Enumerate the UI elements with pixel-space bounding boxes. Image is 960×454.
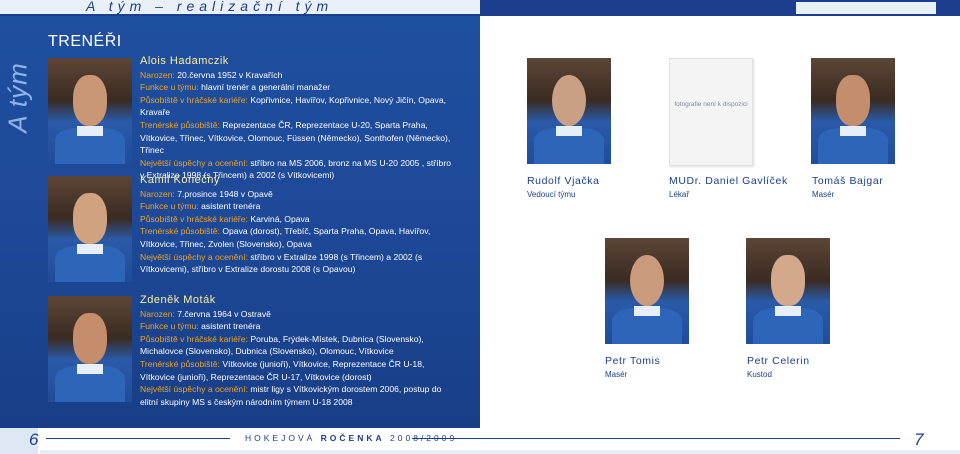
staff-name: MUDr. Daniel Gavlíček (669, 175, 788, 187)
field-label: Působiště v hráčské kariéře: (140, 94, 248, 105)
staff-role: Masér (605, 370, 628, 379)
field-value: 7.prosince 1948 v Opavě (177, 188, 273, 199)
header-ribbon (796, 2, 936, 14)
field-label: Funkce u týmu: (140, 201, 199, 212)
photo-placeholder: fotografie není k dispozici (669, 58, 753, 166)
footer-band (40, 450, 960, 454)
staff-name: Tomáš Bajgar (812, 175, 884, 187)
field-label: Největší úspěchy a ocenění: (140, 157, 248, 168)
staff-photo-vjacka (527, 58, 611, 164)
coach-photo-motak (48, 296, 132, 402)
section-header-title: A tým – realizační tým (86, 0, 334, 14)
field-value: hlavní trenér a generální manažer (201, 82, 331, 93)
field-label: Trenérské působiště: (140, 226, 220, 237)
header-band-right (480, 0, 960, 16)
publication-title: HOKEJOVÁ ROČENKA 2008/2009 (245, 433, 457, 443)
field-value: asistent trenéra (201, 321, 261, 332)
field-label: Funkce u týmu: (140, 82, 199, 93)
side-label: A tým (2, 62, 33, 133)
field-label: Narozen: (140, 69, 175, 80)
field-value: 20.června 1952 v Kravařích (177, 69, 283, 80)
field-label: Největší úspěchy a ocenění: (140, 251, 248, 262)
field-label: Narozen: (140, 308, 175, 319)
field-label: Největší úspěchy a ocenění: (140, 384, 248, 395)
field-label: Působiště v hráčské kariéře: (140, 333, 248, 344)
publication-word: ROČENKA (320, 433, 385, 443)
coach-name: Kamil Konečný (140, 174, 220, 186)
coach-name: Zdeněk Moták (140, 294, 216, 306)
field-label: Funkce u týmu: (140, 321, 199, 332)
field-value: Karviná, Opava (250, 213, 310, 224)
field-value: 7.června 1964 v Ostravě (177, 308, 271, 319)
field-label: Působiště v hráčské kariéře: (140, 213, 248, 224)
staff-photo-celerin (746, 238, 830, 344)
coach-entry: Zdeněk Moták Narozen: 7.června 1964 v Os… (140, 294, 456, 408)
footer-rule-left (46, 438, 230, 439)
staff-role: Kustod (747, 370, 772, 379)
staff-role: Lékař (669, 190, 690, 199)
publication-year: 2008/2009 (390, 433, 458, 443)
footer-rule-right (412, 438, 900, 439)
page-number-left: 6 (29, 430, 39, 449)
publication-word: HOKEJOVÁ (245, 433, 316, 443)
coach-name: Alois Hadamczik (140, 55, 229, 67)
field-label: Trenérské působiště: (140, 119, 220, 130)
staff-name: Petr Celerin (747, 355, 810, 367)
field-label: Narozen: (140, 188, 175, 199)
staff-name: Rudolf Vjačka (527, 175, 600, 187)
coach-photo-konecny (48, 176, 132, 282)
staff-name: Petr Tomis (605, 355, 661, 367)
page-title: TRENÉŘI (48, 33, 122, 50)
yearbook-spread: A tým – realizační tým A tým TRENÉŘI Alo… (0, 0, 960, 454)
staff-role: Vedoucí týmu (527, 190, 576, 199)
coach-entry: Alois Hadamczik Narozen: 20.června 1952 … (140, 55, 456, 182)
field-label: Trenérské působiště: (140, 358, 220, 369)
coach-photo-hadamczik (48, 58, 132, 164)
staff-photo-tomis (605, 238, 689, 344)
staff-role: Masér (812, 190, 835, 199)
staff-photo-bajgar (811, 58, 895, 164)
coach-entry: Kamil Konečný Narozen: 7.prosince 1948 v… (140, 174, 456, 276)
page-number-right: 7 (914, 430, 924, 449)
photo-unavailable-note: fotografie není k dispozici (674, 101, 748, 108)
field-value: asistent trenéra (201, 201, 261, 212)
